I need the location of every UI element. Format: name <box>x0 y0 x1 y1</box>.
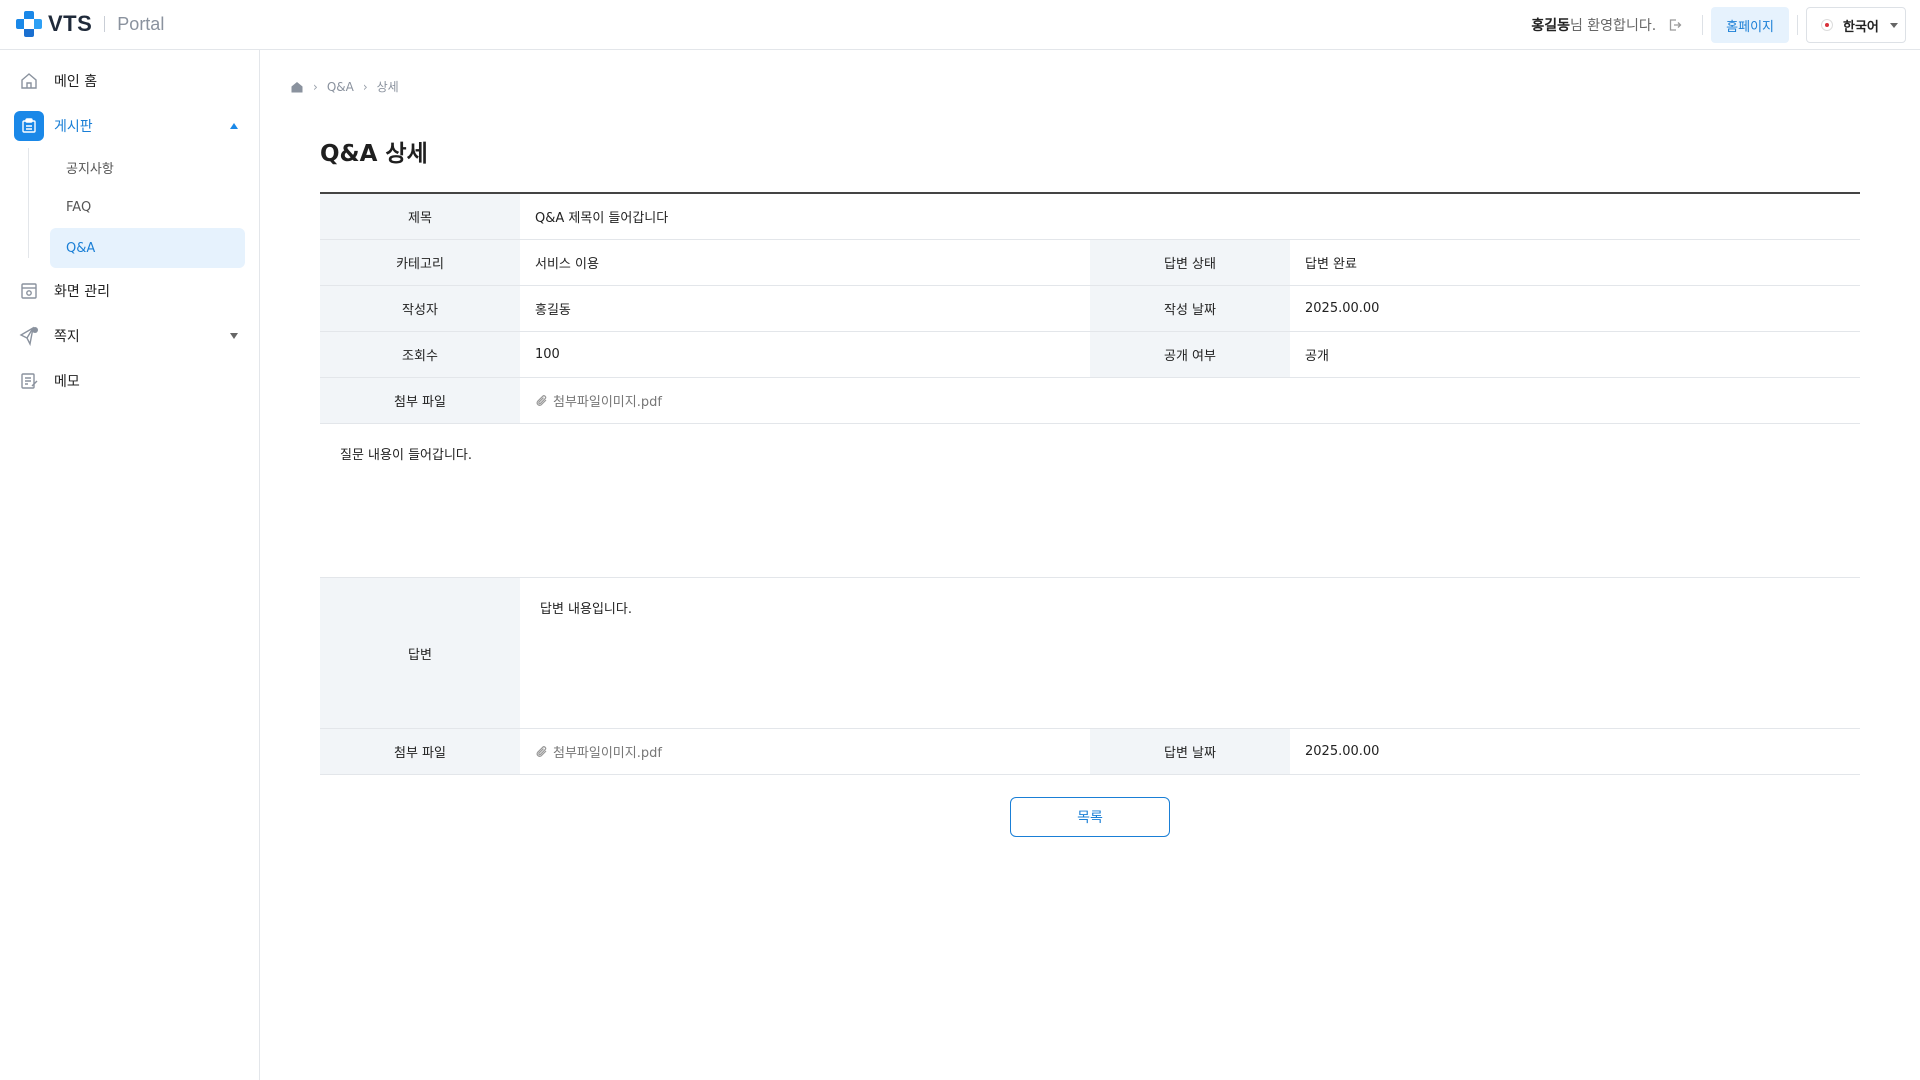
category-label: 카테고리 <box>320 240 520 285</box>
header-divider <box>1797 15 1798 35</box>
answer-attachment-cell: 첨부파일이미지.pdf <box>520 729 1090 774</box>
detail-row-category: 카테고리 서비스 이용 답변 상태 답변 완료 <box>320 240 1860 286</box>
paperclip-icon <box>535 745 549 759</box>
paperclip-icon <box>535 394 549 408</box>
sidebar-item-label: 게시판 <box>54 119 93 135</box>
views-value: 100 <box>535 347 560 362</box>
home-icon <box>14 66 44 96</box>
submenu-guide-line <box>28 148 29 258</box>
screen-icon <box>14 276 44 306</box>
breadcrumb-separator-icon: › <box>362 79 368 94</box>
list-button[interactable]: 목록 <box>1010 797 1170 837</box>
chevron-down-icon <box>230 333 238 339</box>
sidebar-item-memo[interactable]: 메모 <box>14 365 246 397</box>
answer-status-value: 답변 완료 <box>1305 257 1357 272</box>
board-icon <box>14 111 44 141</box>
author-label: 작성자 <box>320 286 520 331</box>
detail-row-attachment: 첨부 파일 첨부파일이미지.pdf <box>320 378 1860 424</box>
attachment-filename: 첨부파일이미지.pdf <box>553 395 662 410</box>
detail-row-title: 제목 Q&A 제목이 들어갑니다 <box>320 194 1860 240</box>
logo-mark-icon <box>14 9 44 39</box>
category-value: 서비스 이용 <box>535 257 599 272</box>
user-name: 홍길동 <box>1531 18 1570 34</box>
message-icon <box>14 321 44 351</box>
sidebar-item-main-home[interactable]: 메인 홈 <box>14 65 246 97</box>
title-label: 제목 <box>320 194 520 239</box>
detail-row-views: 조회수 100 공개 여부 공개 <box>320 332 1860 378</box>
homepage-button[interactable]: 홈페이지 <box>1711 7 1789 43</box>
header-actions: 홍길동님 환영합니다. 홈페이지 한국어 <box>1531 7 1906 43</box>
sidebar-item-board[interactable]: 게시판 <box>14 110 246 142</box>
author-value: 홍길동 <box>535 303 571 318</box>
answer-attachment-link[interactable]: 첨부파일이미지.pdf <box>535 742 662 761</box>
sidebar-item-label: 쪽지 <box>54 329 80 345</box>
answer-body: 답변 내용입니다. <box>540 602 632 617</box>
breadcrumb-separator-icon: › <box>313 79 318 94</box>
sidebar-item-message[interactable]: 쪽지 <box>14 320 246 352</box>
language-select[interactable]: 한국어 <box>1806 7 1906 43</box>
answer-attachment-label: 첨부 파일 <box>320 729 520 774</box>
language-label: 한국어 <box>1843 19 1879 35</box>
breadcrumb: › Q&A › 상세 <box>290 78 399 95</box>
top-header: VTS Portal 홍길동님 환영합니다. 홈페이지 한국어 <box>0 0 1920 50</box>
qna-detail-table: 제목 Q&A 제목이 들어갑니다 카테고리 서비스 이용 답변 상태 답변 완료… <box>320 192 1860 775</box>
attachment-link[interactable]: 첨부파일이미지.pdf <box>535 391 662 410</box>
attachment-cell: 첨부파일이미지.pdf <box>520 378 1860 423</box>
header-divider <box>1702 15 1704 35</box>
sidebar-item-label: 메모 <box>54 374 80 390</box>
sidebar-subitem-qna[interactable]: Q&A <box>50 228 245 268</box>
detail-row-answer: 답변 답변 내용입니다. <box>320 578 1860 729</box>
logo[interactable]: VTS Portal <box>14 9 164 39</box>
sidebar-item-label: 화면 관리 <box>54 284 110 300</box>
created-date-value: 2025.00.00 <box>1305 301 1380 316</box>
answer-date-label: 답변 날짜 <box>1090 729 1290 774</box>
welcome-text: 홍길동님 환영합니다. <box>1531 15 1656 35</box>
korea-flag-icon <box>1821 19 1833 31</box>
question-body: 질문 내용이 들어갑니다. <box>320 424 1860 578</box>
detail-row-answer-attachment: 첨부 파일 첨부파일이미지.pdf 답변 날짜 2025.00.00 <box>320 729 1860 775</box>
answer-attachment-filename: 첨부파일이미지.pdf <box>553 746 662 761</box>
chevron-down-icon <box>1890 23 1898 28</box>
sidebar: 메인 홈 게시판 공지사항 FAQ Q&A 화면 관리 쪽지 메모 <box>0 50 260 1080</box>
sidebar-item-screen-management[interactable]: 화면 관리 <box>14 275 246 307</box>
answer-label: 답변 <box>320 578 520 728</box>
sidebar-subitem-notice[interactable]: 공지사항 <box>50 147 245 187</box>
logout-icon[interactable] <box>1666 16 1684 34</box>
logo-divider <box>104 16 106 32</box>
memo-icon <box>14 366 44 396</box>
breadcrumb-item[interactable]: Q&A <box>327 80 354 94</box>
brand-name: VTS <box>48 11 93 36</box>
chevron-up-icon <box>230 123 238 129</box>
public-label: 공개 여부 <box>1090 332 1290 377</box>
answer-date-value: 2025.00.00 <box>1305 744 1380 759</box>
detail-row-author: 작성자 홍길동 작성 날짜 2025.00.00 <box>320 286 1860 332</box>
sidebar-item-label: 메인 홈 <box>54 74 98 90</box>
views-label: 조회수 <box>320 332 520 377</box>
breadcrumb-item: 상세 <box>376 80 399 94</box>
welcome-suffix: 님 환영합니다. <box>1569 18 1657 34</box>
public-value: 공개 <box>1305 349 1329 364</box>
page-title: Q&A 상세 <box>320 141 428 167</box>
sidebar-subitem-faq[interactable]: FAQ <box>50 187 245 227</box>
portal-label: Portal <box>117 13 165 34</box>
home-icon[interactable] <box>290 80 304 94</box>
answer-status-label: 답변 상태 <box>1090 240 1290 285</box>
title-value: Q&A 제목이 들어갑니다 <box>535 211 669 226</box>
attachment-label: 첨부 파일 <box>320 378 520 423</box>
created-date-label: 작성 날짜 <box>1090 286 1290 331</box>
